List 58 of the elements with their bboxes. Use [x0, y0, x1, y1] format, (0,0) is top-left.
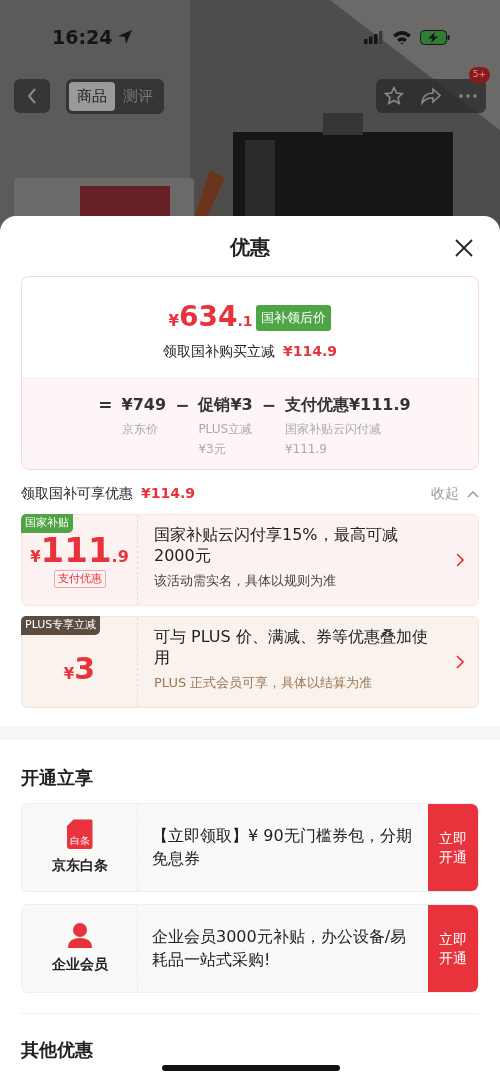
wifi-icon: [392, 29, 412, 45]
price-component: 支付优惠¥111.9: [284, 394, 411, 416]
saving-amount: ¥114.9: [283, 342, 337, 361]
chevron-right-icon: [456, 553, 464, 568]
battery-icon: [420, 29, 450, 45]
final-price: ¥634.1: [168, 303, 253, 333]
price-note: 国家补贴云闪付减: [284, 421, 382, 438]
price-component: 促销¥3: [198, 394, 253, 416]
price-note: PLUS立减: [198, 421, 253, 438]
offer-type-tag: 支付优惠: [53, 569, 106, 589]
offer-tag: PLUS专享立减: [21, 616, 101, 635]
service-name: 京东白条: [51, 856, 108, 876]
section-title: 开通立享: [21, 766, 94, 791]
share-button[interactable]: [420, 87, 442, 106]
offer-note: PLUS 正式会员可享，具体以结算为准: [154, 673, 374, 692]
section-title: 其他优惠: [21, 1038, 94, 1063]
service-name: 企业会员: [51, 955, 108, 975]
offer-title: 可与 PLUS 价、满减、券等优惠叠加使用: [154, 627, 429, 669]
price-note: ¥111.9: [284, 441, 328, 458]
offers-label: 领取国补可享优惠: [21, 484, 133, 504]
operator: −: [261, 394, 276, 417]
card-icon: 白条: [66, 819, 93, 850]
offer-amount: ¥111.9: [30, 532, 129, 567]
person-icon: [66, 922, 93, 949]
offers-amount: ¥114.9: [141, 484, 196, 504]
price-note: 京东价: [121, 421, 159, 438]
star-icon: [384, 86, 404, 107]
operator: =: [98, 394, 113, 417]
price-tag: 国补领后价: [256, 305, 332, 331]
service-description: 企业会员3000元补贴，办公设备/易耗品一站式采购!: [151, 926, 408, 971]
signal-icon: [364, 30, 384, 44]
offer-amount: ¥3: [63, 654, 96, 685]
activate-button[interactable]: 立即开通: [428, 804, 478, 892]
status-time: 16:24: [52, 24, 113, 50]
close-icon: [454, 238, 474, 258]
sheet-title: 优惠: [230, 235, 270, 259]
more-button[interactable]: [458, 93, 478, 100]
offer-title: 国家补贴云闪付享15%，最高可减2000元: [154, 525, 399, 567]
chevron-right-icon: [456, 655, 464, 670]
back-icon: [27, 88, 37, 105]
price-component: ¥749: [121, 394, 167, 416]
share-icon: [420, 87, 442, 106]
tab[interactable]: 测评: [115, 82, 161, 111]
offer-tag: 国家补贴: [21, 514, 73, 533]
saving-label: 领取国补购买立减: [163, 342, 275, 361]
price-note: ¥3元: [198, 441, 227, 458]
operator: −: [175, 394, 190, 417]
offer-note: 该活动需实名，具体以规则为准: [154, 571, 337, 590]
offer-card[interactable]: 国家补贴 ¥111.9 支付优惠 国家补贴云闪付享15%，最高可减2000元 该活动需实名，具体以规则为准: [21, 514, 479, 607]
activate-button[interactable]: 立即开通: [428, 905, 478, 993]
tab[interactable]: 商品: [69, 82, 115, 111]
offer-card[interactable]: PLUS专享立减 ¥3 可与 PLUS 价、满减、券等优惠叠加使用 PLUS 正式会员可享，具体以结算为准: [21, 616, 479, 709]
service-description: 【立即领取】¥ 90无门槛券包，分期免息券: [151, 825, 413, 870]
location-icon: [116, 28, 135, 46]
more-icon: [458, 93, 478, 100]
favorite-button[interactable]: [384, 86, 404, 107]
collapse-toggle[interactable]: 收起: [431, 483, 479, 505]
back-button[interactable]: [14, 79, 50, 114]
